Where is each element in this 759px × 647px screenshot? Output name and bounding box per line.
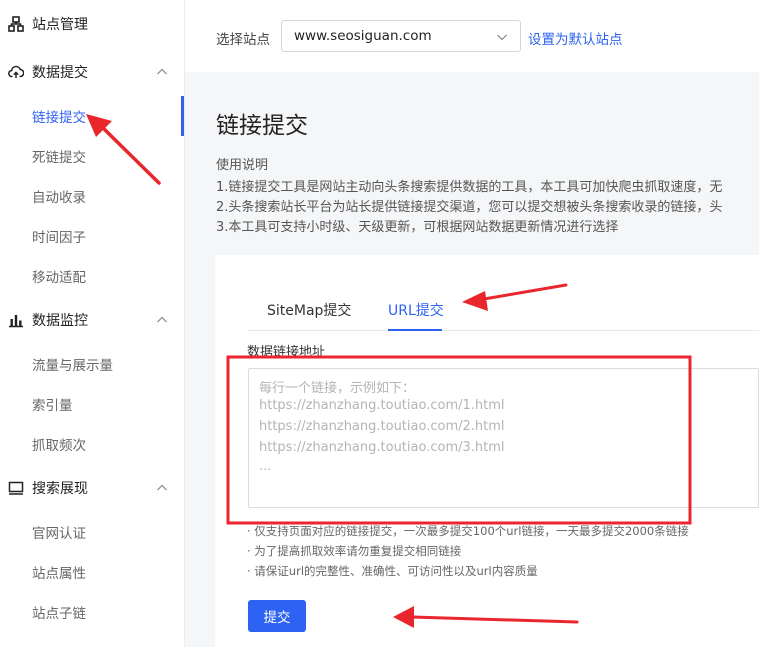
sidebar-group-label: 数据监控 <box>32 313 88 329</box>
site-select-dropdown[interactable]: www.seosiguan.com <box>281 20 521 52</box>
sidebar-item-label: 站点属性 <box>32 566 86 582</box>
site-select-value: www.seosiguan.com <box>294 28 432 44</box>
usage-line: 1.链接提交工具是网站主动向头条搜索提供数据的工具，本工具可加快爬虫抓取速度，无 <box>216 180 723 195</box>
sidebar-item-mobile-adapt[interactable]: 移动适配 <box>0 256 184 296</box>
sidebar-item-traffic[interactable]: 流量与展示量 <box>0 344 184 384</box>
sitemap-icon <box>8 16 24 32</box>
chevron-down-icon <box>497 34 507 41</box>
chevron-up-icon[interactable] <box>156 314 168 326</box>
sidebar-item-label: 链接提交 <box>32 110 86 126</box>
sidebar-item-index-count[interactable]: 索引量 <box>0 384 184 424</box>
main-content: 链接提交 使用说明 1.链接提交工具是网站主动向头条搜索提供数据的工具，本工具可… <box>185 72 759 647</box>
set-default-site-link[interactable]: 设置为默认站点 <box>528 28 623 48</box>
sidebar-item-label: 死链提交 <box>32 150 86 166</box>
sidebar-item-label: 移动适配 <box>32 270 86 286</box>
chevron-up-icon[interactable] <box>156 66 168 78</box>
site-selector-bar: 选择站点 www.seosiguan.com 设置为默认站点 <box>185 0 759 72</box>
sidebar-item-label: 抓取频次 <box>32 438 86 454</box>
sidebar-item-crawl-frequency[interactable]: 抓取频次 <box>0 424 184 464</box>
sidebar-item-label: 站点子链 <box>32 606 86 622</box>
submit-note: · 为了提高抓取效率请勿重复提交相同链接 <box>247 544 462 558</box>
sidebar: 站点管理 数据提交 链接提交 死链提交 自动收录 时间因子 移动适配 数据监控 … <box>0 0 185 647</box>
sidebar-item-sitelinks[interactable]: 站点子链 <box>0 592 184 632</box>
sidebar-item-time-factor[interactable]: 时间因子 <box>0 216 184 256</box>
page-title: 链接提交 <box>216 113 308 139</box>
placeholder-line: https://zhanzhang.toutiao.com/1.html <box>259 398 505 413</box>
cloud-upload-icon <box>8 65 24 78</box>
site-select-label: 选择站点 <box>216 32 270 48</box>
sidebar-item-dead-link-submit[interactable]: 死链提交 <box>0 136 184 176</box>
submit-note: · 仅支持页面对应的链接提交，一次最多提交100个url链接，一天最多提交200… <box>247 524 689 538</box>
sidebar-group-label: 搜索展现 <box>32 481 88 497</box>
tab-sitemap-submit[interactable]: SiteMap提交 <box>267 300 351 320</box>
sidebar-group-search-display[interactable]: 搜索展现 <box>0 468 184 508</box>
sidebar-item-link-submit[interactable]: 链接提交 <box>0 96 184 136</box>
sidebar-item-site-attributes[interactable]: 站点属性 <box>0 552 184 592</box>
sidebar-group-data-monitor[interactable]: 数据监控 <box>0 300 184 340</box>
chevron-up-icon[interactable] <box>156 482 168 494</box>
sidebar-group-label: 站点管理 <box>32 17 88 33</box>
sidebar-item-official-verify[interactable]: 官网认证 <box>0 512 184 552</box>
field-label: 数据链接地址 <box>247 345 326 360</box>
sidebar-item-label: 索引量 <box>32 398 73 414</box>
sidebar-item-label: 流量与展示量 <box>32 358 113 374</box>
sidebar-group-data-submit[interactable]: 数据提交 <box>0 52 184 92</box>
sidebar-item-auto-index[interactable]: 自动收录 <box>0 176 184 216</box>
sidebar-item-label: 官网认证 <box>32 526 86 542</box>
usage-title: 使用说明 <box>216 158 269 173</box>
sidebar-item-label: 自动收录 <box>32 190 86 206</box>
sidebar-item-label: 时间因子 <box>32 230 86 246</box>
active-tab-indicator <box>388 329 442 331</box>
submit-card: SiteMap提交 URL提交 数据链接地址 每行一个链接，示例如下： http… <box>215 255 759 647</box>
app-root: 站点管理 数据提交 链接提交 死链提交 自动收录 时间因子 移动适配 数据监控 … <box>0 0 759 647</box>
url-textarea[interactable]: 每行一个链接，示例如下： https://zhanzhang.toutiao.c… <box>248 368 759 508</box>
submit-note: · 请保证url的完整性、准确性、可访问性以及url内容质量 <box>247 564 538 578</box>
usage-line: 3.本工具可支持小时级、天级更新，可根据网站数据更新情况进行选择 <box>216 220 619 235</box>
submit-button[interactable]: 提交 <box>248 600 306 632</box>
placeholder-line: https://zhanzhang.toutiao.com/2.html <box>259 419 505 434</box>
bar-chart-icon <box>9 315 23 328</box>
sidebar-group-site-management[interactable]: 站点管理 <box>0 4 184 44</box>
monitor-icon <box>8 481 24 495</box>
submit-tabs: SiteMap提交 URL提交 <box>248 297 759 331</box>
sidebar-group-label: 数据提交 <box>32 65 88 81</box>
tab-url-submit[interactable]: URL提交 <box>388 300 444 320</box>
usage-line: 2.头条搜索站长平台为站长提供链接提交渠道，您可以提交想被头条搜索收录的链接，头 <box>216 200 723 215</box>
placeholder-line: ... <box>259 459 272 474</box>
placeholder-line: 每行一个链接，示例如下： <box>259 381 416 396</box>
placeholder-line: https://zhanzhang.toutiao.com/3.html <box>259 440 505 455</box>
